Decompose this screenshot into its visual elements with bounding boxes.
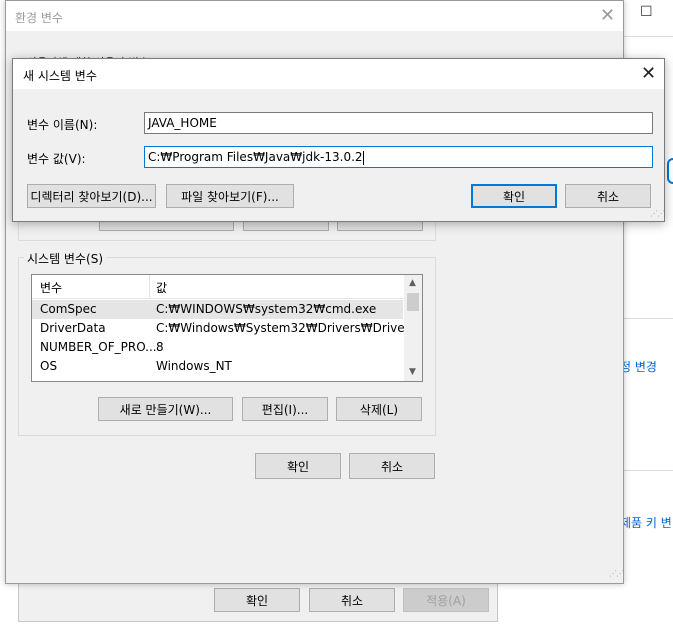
close-icon[interactable]: ✕ [600,7,615,25]
scroll-up-icon[interactable]: ▲ [409,278,416,288]
env-ok-button[interactable]: 확인 [255,453,341,479]
variable-name-label: 변수 이름(N): [27,118,98,132]
column-header-value[interactable]: 값 [156,279,167,296]
text-caret [362,150,364,165]
new-system-variable-dialog: 새 시스템 변수 ✕ 변수 이름(N): JAVA_HOME 변수 값(V): … [12,58,665,222]
divider [622,470,673,471]
row-name: DriverData [40,321,106,335]
resize-grip-icon[interactable]: ⋰⋰ [650,209,665,218]
row-value: C:₩WINDOWS₩system32₩cmd.exe [156,302,377,316]
resize-grip-icon[interactable]: ⋰⋰ [609,569,624,578]
accent-edge [667,158,673,184]
row-value: Windows_NT [156,359,232,373]
browse-file-button[interactable]: 파일 찾아보기(F)... [166,184,294,208]
column-header-name[interactable]: 변수 [40,279,62,296]
sysprop-ok-button[interactable]: 확인 [214,588,300,612]
list-header: 변수 값 [32,275,403,299]
dialog-cancel-button[interactable]: 취소 [565,184,651,208]
close-icon[interactable]: ✕ [641,65,656,83]
table-row[interactable]: OS Windows_NT [32,357,403,376]
system-variables-list[interactable]: 변수 값 ComSpec C:₩WINDOWS₩system32₩cmd.exe… [31,274,423,382]
table-row[interactable]: DriverData C:₩Windows₩System32₩Drivers₩D… [32,319,422,338]
scroll-down-icon[interactable]: ▼ [409,367,416,377]
row-value: C:₩Windows₩System32₩Drivers₩DriverData [156,321,423,335]
variable-value-field[interactable]: C:₩Program Files₩Java₩jdk-13.0.2 [144,146,653,168]
list-scrollbar[interactable]: ▲ ▼ [404,275,422,381]
variable-value-text: C:₩Program Files₩Java₩jdk-13.0.2 [148,150,363,164]
variable-name-field[interactable]: JAVA_HOME [144,112,653,134]
row-name: ComSpec [40,302,97,316]
divider [622,36,673,37]
env-window-title: 환경 변수 [15,11,63,25]
dialog-titlebar: 새 시스템 변수 ✕ [13,59,664,89]
edit-variable-button[interactable]: 편집(I)... [242,397,328,421]
env-titlebar: 환경 변수 ✕ [6,1,623,31]
divider [622,318,673,319]
change-settings-link[interactable]: 정 변경 [620,358,657,375]
row-name: OS [40,359,58,373]
new-variable-button[interactable]: 새로 만들기(W)... [98,397,233,421]
restore-icon[interactable]: ☐ [640,4,653,20]
dialog-title: 새 시스템 변수 [23,69,97,83]
table-row[interactable]: ComSpec C:₩WINDOWS₩system32₩cmd.exe [32,300,403,319]
row-name: NUMBER_OF_PRO... [40,340,157,354]
sysprop-apply-button: 적용(A) [403,588,489,612]
browse-directory-button[interactable]: 디렉터리 찾아보기(D)... [27,184,156,208]
table-row[interactable]: NUMBER_OF_PRO... 8 [32,338,403,357]
sysprop-cancel-button[interactable]: 취소 [309,588,395,612]
product-key-link[interactable]: 제품 키 변 [620,514,672,531]
variable-value-label: 변수 값(V): [27,152,86,166]
delete-variable-button[interactable]: 삭제(L) [336,397,422,421]
column-separator[interactable] [149,275,150,299]
system-variables-label: 시스템 변수(S) [24,250,106,267]
dialog-ok-button[interactable]: 확인 [471,184,557,208]
scroll-thumb[interactable] [407,293,419,311]
row-value: 8 [156,340,164,354]
env-cancel-button[interactable]: 취소 [349,453,435,479]
